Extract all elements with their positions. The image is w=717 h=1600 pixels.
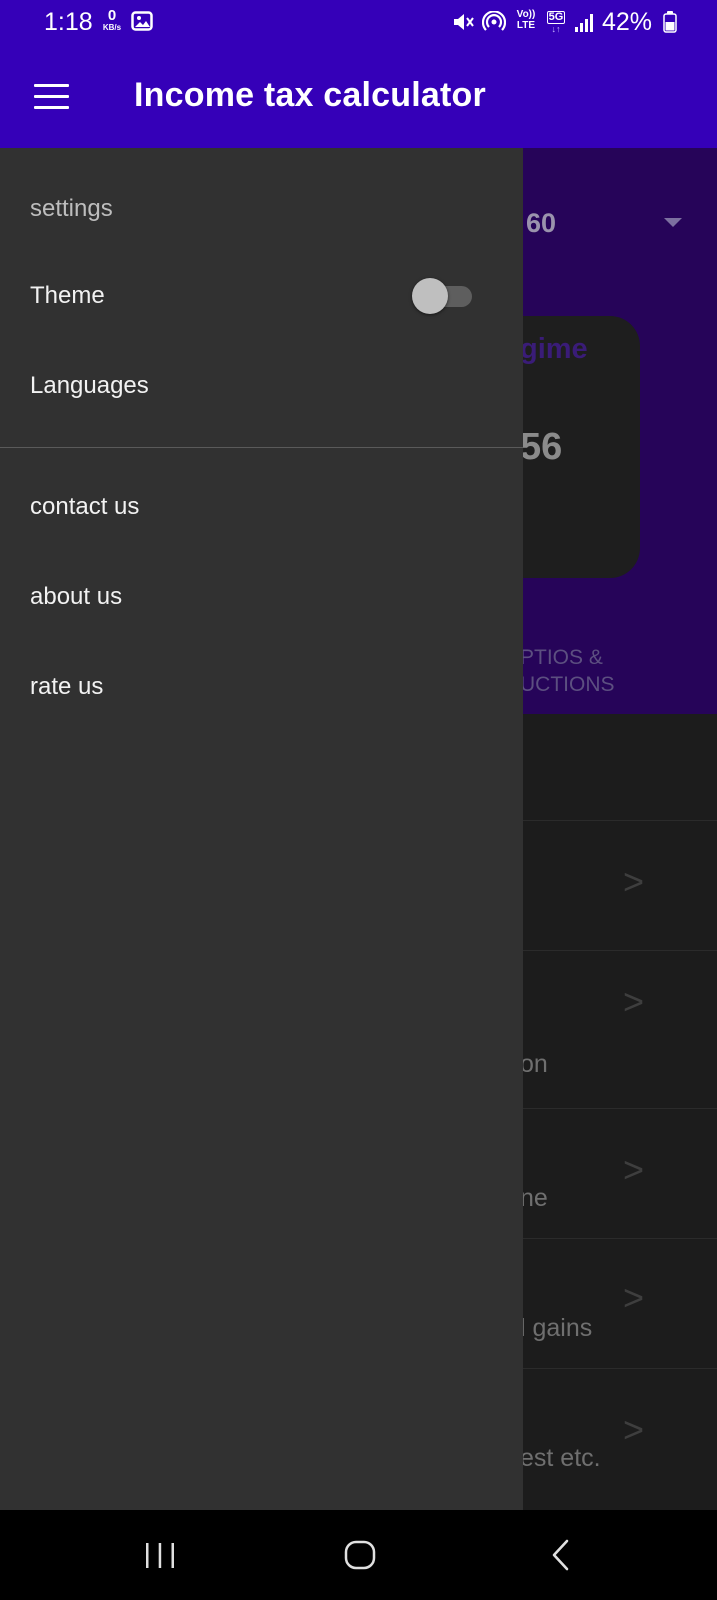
settings-header: settings — [30, 195, 113, 222]
battery-icon — [663, 11, 677, 33]
data-rate-value: 0 — [107, 7, 117, 24]
drawer-divider — [0, 447, 523, 448]
tab-exemptions[interactable]: PTIOS & UCTIONS — [520, 644, 615, 698]
list-item-label: on — [520, 1050, 548, 1078]
lte-label: LTE — [516, 20, 536, 31]
mute-icon — [454, 14, 474, 30]
chevron-right-icon: > — [623, 861, 645, 902]
recents-icon[interactable] — [130, 1535, 190, 1575]
age-dropdown-value[interactable]: 60 — [526, 208, 556, 239]
chevron-right-icon: > — [623, 1149, 645, 1190]
drawer-item-about-us[interactable]: about us — [0, 569, 523, 629]
tab-label-line1: PTIOS & — [520, 646, 603, 669]
drawer-item-rate-us[interactable]: rate us — [0, 659, 523, 719]
volte-label: Vo)) — [516, 9, 536, 20]
card-title: gime — [520, 333, 588, 365]
drawer-item-label: about us — [30, 583, 123, 610]
dropdown-arrow-icon[interactable] — [664, 218, 682, 227]
status-time: 1:18 — [44, 8, 93, 36]
signal-icon — [575, 14, 593, 32]
list-item-label: l gains — [520, 1314, 593, 1342]
hotspot-icon — [482, 11, 506, 31]
volte-indicator: Vo)) LTE — [514, 10, 538, 31]
list-item-label: est etc. — [520, 1444, 601, 1472]
navigation-drawer: settings Theme Languages contact us abou… — [0, 148, 523, 1510]
app-title: Income tax calculator — [134, 76, 486, 114]
chevron-right-icon: > — [623, 1277, 645, 1318]
system-navigation-bar — [0, 1510, 717, 1600]
battery-percent: 42% — [602, 8, 653, 36]
data-rate-unit: KB/s — [102, 23, 122, 32]
card-value: 56 — [520, 426, 563, 468]
back-icon[interactable] — [532, 1535, 592, 1575]
menu-icon[interactable] — [34, 84, 70, 112]
chevron-right-icon: > — [623, 1409, 645, 1450]
5g-indicator: 5G ↓↑ — [544, 8, 568, 34]
status-bar: 1:18 0 KB/s Vo)) LTE 5G ↓↑ 42% — [0, 0, 717, 44]
drawer-item-languages[interactable]: Languages — [0, 358, 523, 418]
toggle-thumb — [412, 278, 448, 314]
drawer-item-label: Theme — [30, 282, 105, 309]
status-icons: Vo)) LTE 5G ↓↑ 42% — [452, 8, 682, 36]
data-arrows-icon: ↓↑ — [551, 24, 561, 34]
list-item-label: ne — [520, 1184, 548, 1212]
home-icon[interactable] — [330, 1535, 390, 1575]
chevron-right-icon: > — [623, 981, 645, 1022]
drawer-item-contact-us[interactable]: contact us — [0, 479, 523, 539]
gallery-icon — [131, 11, 153, 31]
tab-label-line2: UCTIONS — [520, 673, 615, 696]
drawer-item-label: rate us — [30, 673, 104, 700]
app-bar: Income tax calculator — [0, 44, 717, 148]
5g-label: 5G — [546, 11, 566, 24]
drawer-item-label: contact us — [30, 493, 140, 520]
theme-toggle[interactable] — [412, 278, 474, 314]
data-rate-indicator: 0 KB/s — [99, 8, 125, 32]
drawer-item-label: Languages — [30, 372, 149, 399]
